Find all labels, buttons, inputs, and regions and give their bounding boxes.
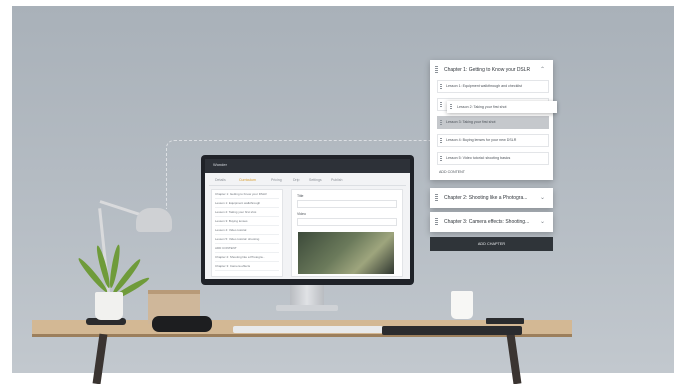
monitor-stand [290,285,324,307]
screen-row[interactable]: Chapter 1: Getting to Know your DSLR [215,191,279,199]
mousepad [382,326,522,335]
screen-tab-details[interactable]: Details [215,178,226,182]
phone [486,318,524,324]
screen-title-field[interactable] [297,200,397,208]
lesson-title: Lesson 5: Video tutorial: shooting basic… [446,156,511,160]
screen-row[interactable]: Lesson 2: Taking your first shot [215,209,279,217]
screen-curriculum-list: Chapter 1: Getting to Know your DSLR Les… [211,189,283,277]
chapter-2-title: Chapter 2: Shooting like a Photogra... [444,195,528,201]
screen-row[interactable]: ADD CONTENT [215,245,279,253]
screen-tab-curriculum[interactable]: Curriculum [239,178,256,182]
chevron-down-icon[interactable]: ⌄ [540,212,545,232]
lesson-item[interactable]: Lesson 1: Equipment walkthrough and chec… [437,80,549,93]
screen-tab-publish[interactable]: Publish [331,178,342,182]
lesson-item[interactable]: Lesson 5: Video tutorial: shooting basic… [437,152,549,165]
lesson-item[interactable]: Lesson 4: Buying lenses for your new DSL… [437,134,549,147]
screen-row[interactable]: Lesson 1: Equipment walkthrough [215,200,279,208]
chapter-2-card[interactable]: Chapter 2: Shooting like a Photogra... ⌄ [430,188,553,208]
drag-handle-icon[interactable] [440,156,442,161]
drag-handle-icon[interactable] [440,138,442,143]
drag-handle-icon[interactable] [440,120,442,125]
screen-row[interactable]: Lesson 4: Video tutorial [215,227,279,235]
chapter-1-header[interactable]: Chapter 1: Getting to Know your DSLR ⌃ [430,60,553,80]
lesson-item-highlighted[interactable]: Lesson 3: Taking your first shot [437,116,549,129]
keyboard [233,326,383,333]
screen-row[interactable]: Chapter 2: Shooting like a Photogra... [215,254,279,262]
screen-row[interactable]: Lesson 3: Buying lenses [215,218,279,226]
screen-header: Wonder [205,159,410,173]
screen-field-label-2: Video [297,212,306,216]
chevron-down-icon[interactable]: ⌄ [540,188,545,208]
drag-handle-icon[interactable] [435,66,438,74]
lesson-title: Lesson 4: Buying lenses for your new DSL… [446,138,517,142]
screen-video-field[interactable] [297,218,397,226]
screen-row[interactable]: Lesson 5: Video tutorial: shooting [215,236,279,244]
chapter-2-header[interactable]: Chapter 2: Shooting like a Photogra... ⌄ [430,188,553,208]
screen-field-label: Title [297,194,304,198]
coffee-mug [451,291,473,319]
drag-handle-icon[interactable] [450,104,452,110]
chapter-3-header[interactable]: Chapter 3: Camera effects: Shooting... ⌄ [430,212,553,232]
lesson-title: Lesson 3: Taking your first shot [446,120,496,124]
drag-handle-icon[interactable] [440,102,442,107]
screen-row[interactable]: Chapter 3: Camera effects [215,263,279,271]
lamp-shade [136,208,172,232]
drag-handle-icon[interactable] [440,84,442,89]
chapter-1-card: Chapter 1: Getting to Know your DSLR ⌃ L… [430,60,553,180]
chevron-up-icon[interactable]: ⌃ [540,60,545,80]
plant-pot [95,292,123,320]
chapter-3-title: Chapter 3: Camera effects: Shooting... [444,219,530,225]
drag-handle-icon[interactable] [435,194,438,202]
add-chapter-button[interactable]: ADD CHAPTER [430,237,553,251]
chapter-3-card[interactable]: Chapter 3: Camera effects: Shooting... ⌄ [430,212,553,232]
lesson-title: Lesson 1: Equipment walkthrough and chec… [446,84,522,88]
screen-tab-pricing[interactable]: Pricing [271,178,282,182]
dragging-lesson-item[interactable]: Lesson 2: Taking your first shot [447,101,557,113]
monitor-base [276,305,338,311]
screen-lesson-image [298,232,394,274]
dragging-lesson-title: Lesson 2: Taking your first shot [457,105,507,109]
chapter-1-title: Chapter 1: Getting to Know your DSLR [444,67,531,73]
monitor: Wonder Details Curriculum Pricing Drip S… [201,155,414,285]
drag-handle-icon[interactable] [435,218,438,226]
add-content-button[interactable]: ADD CONTENT [439,170,553,174]
screen-tab-drip[interactable]: Drip [293,178,299,182]
screen-tab-bar: Details Curriculum Pricing Drip Settings… [209,176,406,186]
screen-app-title: Wonder [213,162,227,167]
screen-tab-settings[interactable]: Settings [309,178,322,182]
screen-lesson-editor: Title Video [291,189,403,277]
camera [152,316,212,332]
monitor-screen: Wonder Details Curriculum Pricing Drip S… [205,159,410,279]
